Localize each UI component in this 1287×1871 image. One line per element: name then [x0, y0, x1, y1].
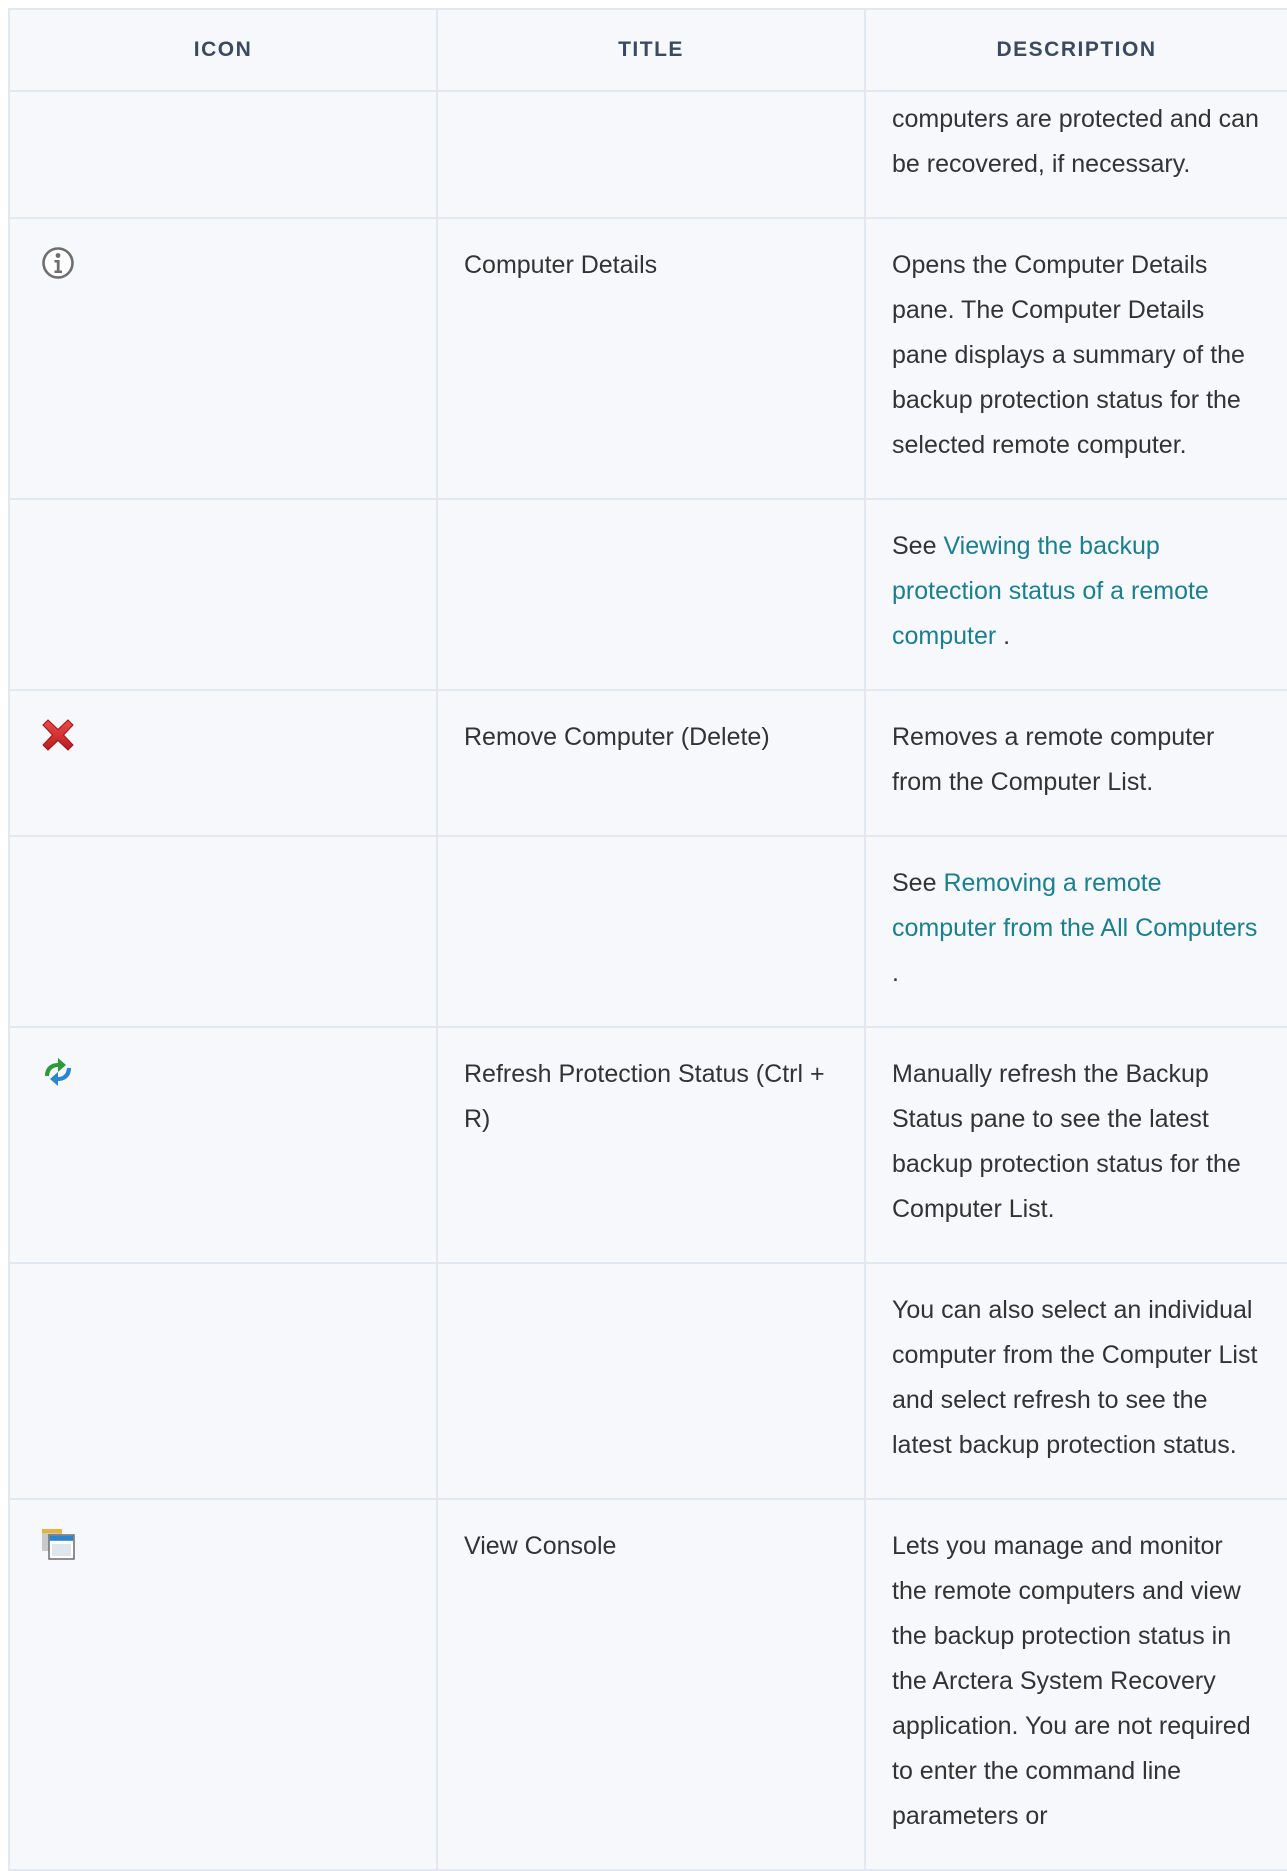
icon-cell: [8, 1498, 438, 1871]
table-row: Computer Details Opens the Computer Deta…: [8, 217, 1287, 500]
description-cell: computers are protected and can be recov…: [864, 90, 1287, 219]
table-row: You can also select an individual comput…: [8, 1262, 1287, 1500]
title-cell: Remove Computer (Delete): [436, 689, 866, 837]
table-row: See Removing a remote computer from the …: [8, 835, 1287, 1028]
description-cell: Removes a remote computer from the Compu…: [864, 689, 1287, 837]
description-cell: See Viewing the backup protection status…: [864, 498, 1287, 691]
table-header: ICON TITLE DESCRIPTION: [8, 8, 1287, 92]
description-cell: You can also select an individual comput…: [864, 1262, 1287, 1500]
see-prefix: See: [892, 532, 937, 560]
header-row: ICON TITLE DESCRIPTION: [8, 8, 1287, 92]
table-row: computers are protected and can be recov…: [8, 90, 1287, 219]
icon-cell: [8, 498, 438, 691]
icon-cell: [8, 217, 438, 500]
title-cell: Computer Details: [436, 217, 866, 500]
viewing-backup-status-link[interactable]: Viewing the backup protection status of …: [892, 532, 1209, 650]
table-body: computers are protected and can be recov…: [8, 90, 1287, 1871]
title-cell: [436, 498, 866, 691]
icon-cell: [8, 90, 438, 219]
title-cell: View Console: [436, 1498, 866, 1871]
description-cell: Lets you manage and monitor the remote c…: [864, 1498, 1287, 1871]
description-cell: Manually refresh the Backup Status pane …: [864, 1026, 1287, 1264]
description-cell: Opens the Computer Details pane. The Com…: [864, 217, 1287, 500]
info-icon: [42, 247, 74, 279]
column-header-icon: ICON: [8, 8, 438, 92]
icon-reference-table-container: ICON TITLE DESCRIPTION computers are pro…: [8, 8, 1287, 1871]
refresh-arrows-icon: [45, 1058, 71, 1086]
see-prefix: See: [892, 869, 937, 897]
title-cell: Refresh Protection Status (Ctrl + R): [436, 1026, 866, 1264]
title-cell: [436, 90, 866, 219]
see-suffix: .: [1003, 622, 1011, 650]
column-header-title: TITLE: [436, 8, 866, 92]
console-window-icon: [42, 1529, 75, 1560]
icon-cell: [8, 1262, 438, 1500]
icon-cell: [8, 835, 438, 1028]
column-header-description: DESCRIPTION: [864, 8, 1287, 92]
see-suffix: .: [892, 959, 899, 987]
icon-cell: [8, 1026, 438, 1264]
icon-cell: [8, 689, 438, 837]
red-x-delete-icon: [42, 719, 74, 751]
table-row: View Console Lets you manage and monitor…: [8, 1498, 1287, 1871]
table-row: Remove Computer (Delete) Removes a remot…: [8, 689, 1287, 837]
table-row: Refresh Protection Status (Ctrl + R) Man…: [8, 1026, 1287, 1264]
removing-remote-computer-link[interactable]: Removing a remote computer from the All …: [892, 869, 1257, 942]
table-row: See Viewing the backup protection status…: [8, 498, 1287, 691]
title-cell: [436, 835, 866, 1028]
title-cell: [436, 1262, 866, 1500]
icon-reference-table: ICON TITLE DESCRIPTION computers are pro…: [8, 8, 1287, 1871]
description-cell: See Removing a remote computer from the …: [864, 835, 1287, 1028]
